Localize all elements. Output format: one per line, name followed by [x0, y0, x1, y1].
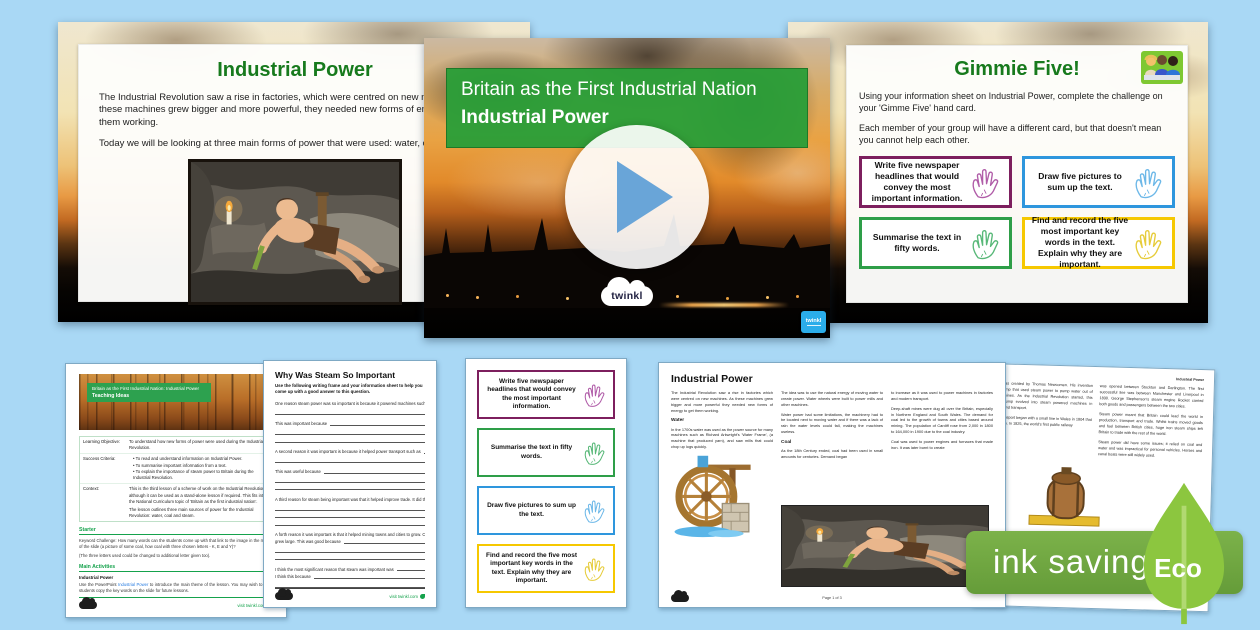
doc-gimme-five-cards[interactable]: Write five newspaper headlines that woul…: [465, 358, 627, 608]
hand-icon: [582, 378, 608, 411]
group-work-icon: [1141, 51, 1183, 84]
waterwheel-illustration: [671, 454, 763, 538]
card-key-words: Find and record the five most important …: [477, 544, 615, 593]
text-column: was opened between Stockton and Darlingt…: [1098, 384, 1204, 465]
writing-frame: One reason steam power was so important …: [275, 400, 425, 588]
video-preview[interactable]: Britain as the First Industrial Nation I…: [424, 38, 830, 338]
table-row: Success Criteria: To read and understand…: [80, 454, 272, 484]
text-column: The Industrial Revolution saw a rise in …: [671, 390, 773, 538]
writing-prompt-group: I think the most significant reason that…: [275, 566, 425, 588]
doc-title: Britain as the First Industrial Nation: …: [92, 386, 206, 392]
eco-leaf-badge: Eco: [1138, 481, 1230, 626]
worksheet-title: Why Was Steam So Important: [275, 370, 425, 380]
coal-miner-illustration: [781, 505, 989, 587]
eco-leaf-icon: [420, 594, 425, 599]
visit-twinkl-link: visit twinkl.com: [389, 594, 425, 599]
coal-heading: Coal: [781, 439, 883, 446]
slide-paragraph: Each member of your group will have a di…: [859, 123, 1175, 146]
table-row: Learning Objective: To understand how ne…: [80, 437, 272, 454]
slide-title: Gimmie Five!: [859, 58, 1175, 81]
writing-prompt-group: This was important because: [275, 420, 425, 442]
teaching-notes-body: Starter Keyword Challenge: How many word…: [79, 522, 273, 597]
resource-preview-page: Industrial Power The Industrial Revoluti…: [0, 0, 1260, 630]
card-newspaper-headlines: Write five newspaper headlines that woul…: [477, 370, 615, 419]
slide-content-card: Gimmie Five! Using your information shee…: [846, 45, 1188, 303]
road-light-streak: [659, 303, 789, 307]
writing-prompt-group: A second reason it was important is beca…: [275, 448, 425, 463]
doc-title-box: Britain as the First Industrial Nation: …: [87, 383, 211, 402]
card-draw-pictures: Draw five pictures to sum up the text.: [477, 486, 615, 535]
doc-subtitle: Teaching Ideas: [92, 393, 206, 399]
page-number: Page 1 of 3: [822, 596, 841, 600]
doc-teaching-ideas[interactable]: Britain as the First Industrial Nation: …: [65, 363, 287, 618]
card-label: Draw five pictures to sum up the text.: [1031, 171, 1129, 193]
card-key-words: Find and record the five most important …: [1022, 217, 1175, 269]
writing-prompt-group: A forth reason it was important is that …: [275, 531, 425, 560]
hand-icon: [969, 160, 1003, 204]
hand-icon: [582, 436, 608, 469]
answer-line: [275, 407, 425, 415]
hand-card-grid: Write five newspaper headlines that woul…: [859, 156, 1175, 269]
doc-footer: twinkl Page 1 of 3: [671, 594, 993, 602]
doc-footer: twinkl visit twinkl.com: [275, 588, 425, 600]
writing-prompt-group: A third reason for steam being important…: [275, 496, 425, 526]
resource-link: Industrial Power: [118, 582, 148, 587]
card-newspaper-headlines: Write five newspaper headlines that woul…: [859, 156, 1012, 208]
hand-icon: [1132, 221, 1166, 265]
starter-heading: Starter: [79, 527, 273, 535]
twinkl-corner-badge: twinkl: [801, 311, 826, 333]
slide-paragraph: Using your information sheet on Industri…: [859, 91, 1175, 114]
card-label: Summarise the text in fifty words.: [868, 232, 966, 254]
hand-icon: [582, 552, 608, 585]
twinkl-logo: twinkl: [671, 594, 689, 602]
twinkl-logo: twinkl: [79, 601, 97, 609]
play-button[interactable]: [565, 125, 709, 269]
pylon-banner-image: Britain as the First Industrial Nation: …: [79, 374, 273, 430]
doc-footer: twinkl visit twinkl.com: [79, 597, 273, 609]
card-summarise: Summarise the text in fifty words.: [477, 428, 615, 477]
info-sheet-title: Industrial Power: [671, 373, 993, 385]
steam-engine-illustration: [1027, 465, 1103, 529]
card-label: Write five newspaper headlines that woul…: [868, 160, 966, 204]
hand-icon: [969, 221, 1003, 265]
writing-prompt-group: This was useful because: [275, 468, 425, 490]
writing-prompt-group: One reason steam power was so important …: [275, 400, 425, 415]
coal-miner-illustration: [188, 159, 402, 305]
city-lights: [446, 294, 449, 297]
hand-icon: [1132, 160, 1166, 204]
twinkl-logo: twinkl: [601, 286, 653, 306]
worksheet-instructions: Use the following writing frame and your…: [275, 383, 425, 395]
card-summarise: Summarise the text in fifty words.: [859, 217, 1012, 269]
lesson-info-table: Learning Objective: To understand how ne…: [79, 436, 273, 522]
card-label: Find and record the five most important …: [1031, 215, 1129, 270]
doc-steam-worksheet[interactable]: Why Was Steam So Important Use the follo…: [263, 360, 437, 608]
doc-info-sheet-page1[interactable]: Industrial Power The Industrial Revoluti…: [658, 362, 1006, 608]
slide-gimmie-five: Gimmie Five! Using your information shee…: [788, 22, 1208, 323]
course-title: Britain as the First Industrial Nation: [461, 79, 793, 101]
twinkl-logo: twinkl: [275, 592, 293, 600]
eco-label: Eco: [1138, 553, 1218, 584]
water-heading: Water: [671, 417, 773, 424]
table-row: Context: This is the third lesson of a s…: [80, 484, 272, 521]
hand-icon: [582, 494, 608, 527]
page-header: Industrial Power: [989, 372, 1204, 382]
main-activities-heading: Main Activities: [79, 564, 273, 572]
card-draw-pictures: Draw five pictures to sum up the text.: [1022, 156, 1175, 208]
